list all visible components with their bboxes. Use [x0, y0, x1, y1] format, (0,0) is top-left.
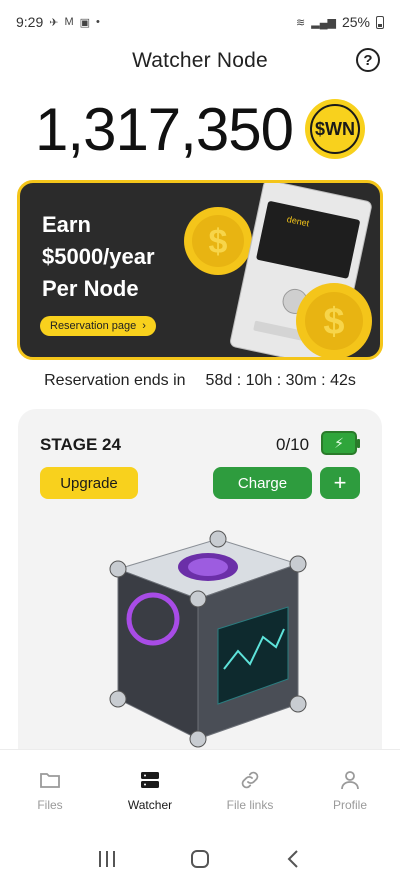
chevron-right-icon: › [142, 320, 146, 332]
nav-label-profile: Profile [332, 797, 367, 812]
reservation-page-label: Reservation page [50, 320, 137, 332]
nav-label-file-links: File links [226, 797, 274, 812]
help-button[interactable]: ? [356, 48, 380, 72]
system-nav [0, 829, 400, 889]
add-button[interactable]: + [320, 467, 360, 499]
promo-banner[interactable]: Earn $5000/year Per Node Reservation pag… [17, 180, 383, 360]
balance-value: 1,317,350 [35, 95, 294, 163]
back-icon [287, 850, 299, 868]
status-left: 9:29 ✈ M ▣ • [16, 14, 100, 30]
home-icon [190, 850, 209, 868]
nav-label-files: Files [37, 797, 63, 812]
recents-button[interactable] [92, 844, 122, 874]
status-bar: 9:29 ✈ M ▣ • ≋ ▂▄▆ 25% [0, 0, 400, 44]
wn-coin-icon: $WN [304, 99, 365, 159]
back-button[interactable] [278, 844, 308, 874]
nav-item-profile[interactable]: Profile [300, 750, 400, 829]
stage-card: STAGE 24 0/10 ⚡ Upgrade Charge + [18, 409, 382, 769]
nav-label-watcher: Watcher [127, 797, 173, 812]
svg-text:$: $ [323, 301, 344, 343]
charge-button[interactable]: Charge [213, 467, 312, 499]
recents-icon [98, 851, 115, 867]
node-cube-illustration [109, 530, 307, 748]
wifi-icon: ≋ [296, 16, 306, 29]
nav-item-file-links[interactable]: File links [200, 750, 300, 829]
link-icon [241, 771, 259, 788]
dot-icon: • [96, 16, 100, 28]
signal-icon: ▂▄▆ [311, 16, 336, 29]
coin-label: $WN [309, 104, 360, 154]
upgrade-button[interactable]: Upgrade [40, 467, 138, 499]
banner-device-illustration: $ denet $ [184, 183, 372, 357]
bottom-nav: Files Watcher File links Profile [0, 749, 400, 829]
reservation-timer: Reservation ends in 58d : 10h : 30m : 42… [0, 367, 400, 395]
folder-icon [40, 772, 60, 788]
page-title: Watcher Node [132, 49, 268, 72]
nav-item-files[interactable]: Files [0, 750, 100, 829]
notification-icon: ✈ [49, 16, 59, 29]
balance: 1,317,350 $WN [0, 90, 400, 168]
stage-count: 0/10 [276, 435, 310, 454]
reservation-page-button[interactable]: Reservation page › [40, 316, 156, 336]
nav-item-watcher[interactable]: Watcher [100, 750, 200, 829]
battery-charge-icon: ⚡ [321, 431, 360, 455]
header: Watcher Node ? [0, 44, 400, 78]
battery-percent: 25% [341, 14, 370, 30]
stage-title: STAGE 24 [40, 435, 121, 454]
status-right: ≋ ▂▄▆ 25% [296, 14, 384, 30]
question-icon: ? [363, 51, 373, 69]
reservation-label: Reservation ends in [44, 372, 186, 389]
mail-icon: M [64, 16, 74, 28]
user-icon [341, 770, 359, 789]
status-time: 9:29 [16, 14, 44, 30]
svg-text:$: $ [209, 223, 228, 261]
server-icon [141, 771, 159, 788]
image-icon: ▣ [79, 16, 91, 29]
reservation-countdown: 58d : 10h : 30m : 42s [205, 372, 356, 389]
battery-icon [376, 15, 384, 29]
home-button[interactable] [185, 844, 215, 874]
